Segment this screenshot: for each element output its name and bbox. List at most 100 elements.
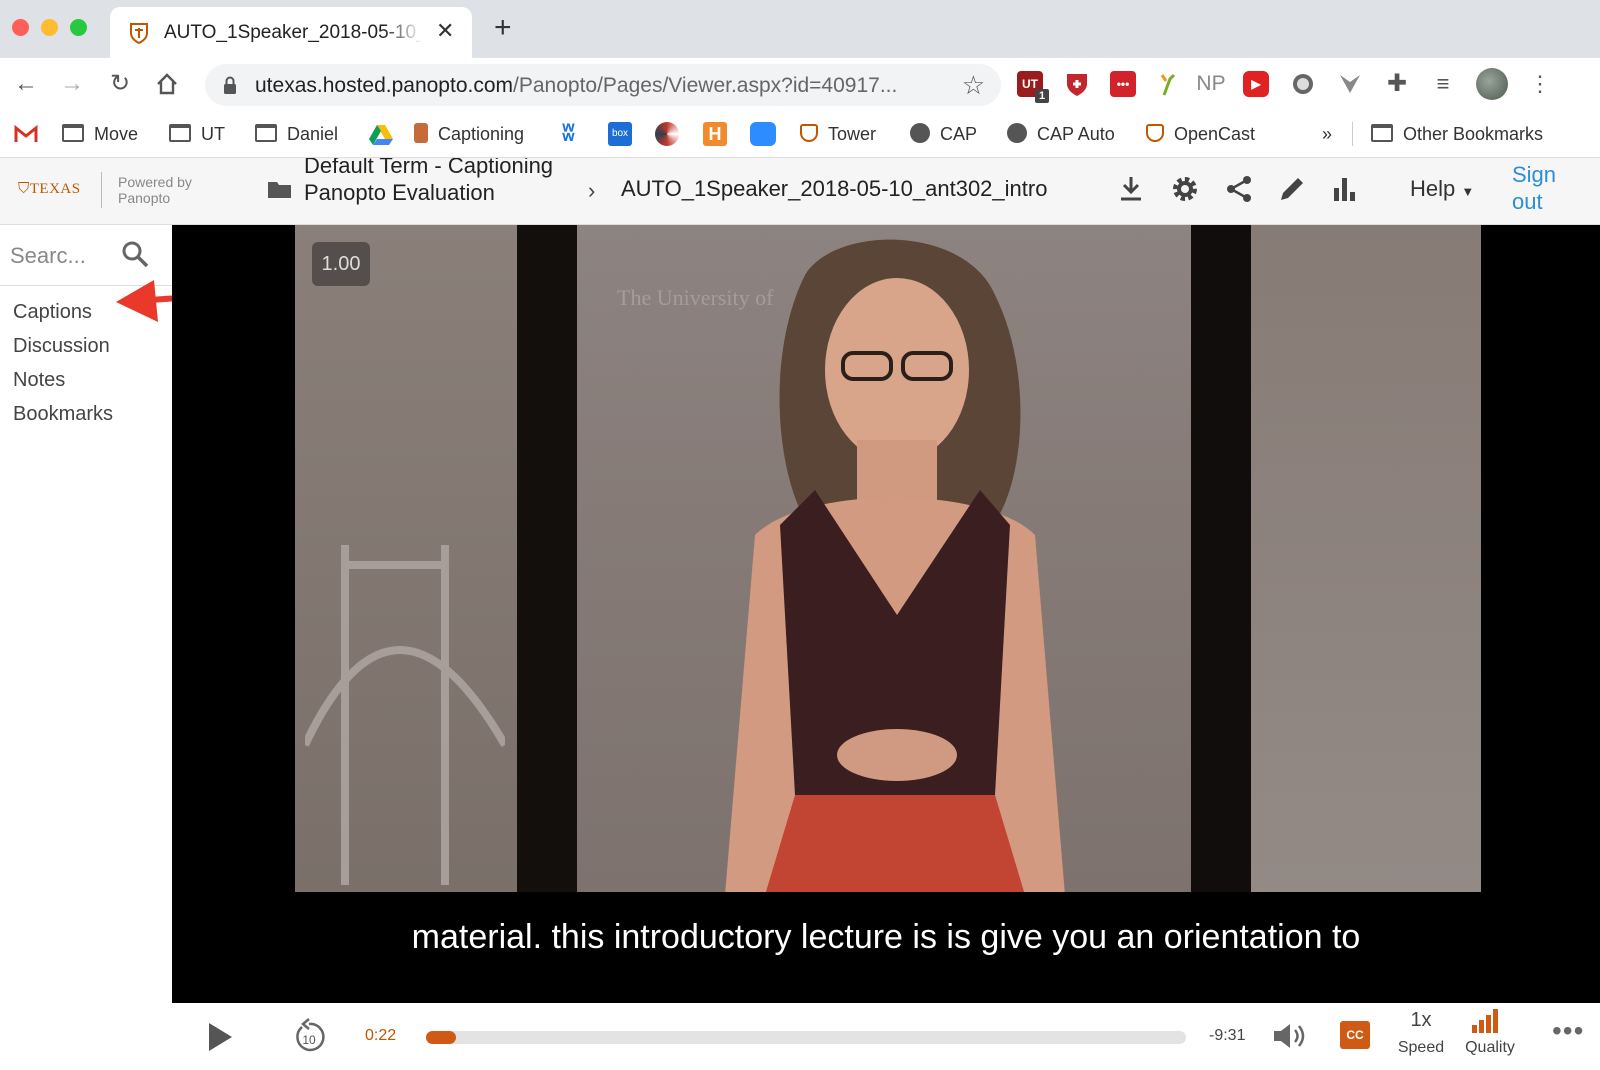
ut-shield-icon	[1146, 124, 1164, 143]
help-menu[interactable]: Help ▼	[1410, 176, 1474, 202]
volume-icon[interactable]	[1272, 1021, 1310, 1051]
bookmark-tower[interactable]: Tower	[800, 121, 876, 147]
address-bar[interactable]: utexas.hosted.panopto.com/Panopto/Pages/…	[205, 64, 1001, 106]
bookmarks-divider	[1352, 122, 1353, 146]
url-text: utexas.hosted.panopto.com/Panopto/Pages/…	[255, 74, 898, 97]
brush-extension-icon[interactable]	[1156, 71, 1182, 97]
speaker-figure	[725, 239, 1065, 892]
progress-fill	[426, 1031, 457, 1044]
rewind-10-icon[interactable]: 10	[292, 1017, 326, 1055]
ut-shield-icon	[800, 124, 818, 143]
ut-extension-icon[interactable]: UT 1	[1017, 71, 1049, 103]
chevron-down-icon: ▼	[1461, 184, 1475, 199]
bookmark-daniel[interactable]: Daniel	[255, 121, 338, 147]
playback-speed-badge: 1.00	[312, 242, 370, 286]
bookmark-cap-auto[interactable]: CAP Auto	[1007, 121, 1115, 147]
closed-captions-button[interactable]: CC	[1340, 1021, 1370, 1049]
video-player[interactable]: The University of 1.00 material. this in…	[172, 225, 1600, 1003]
progress-bar[interactable]	[426, 1031, 1186, 1044]
w-bookmark-icon[interactable]: ʬ	[562, 121, 575, 147]
folder-icon	[268, 182, 291, 198]
speed-label[interactable]: Speed	[1390, 1039, 1452, 1057]
globe-icon	[910, 123, 930, 144]
np-extension-icon[interactable]: NP	[1194, 71, 1228, 97]
new-tab-icon[interactable]: +	[494, 13, 512, 43]
bookmarks-overflow-button[interactable]: »	[1322, 121, 1332, 147]
globe-icon	[1007, 123, 1027, 144]
folder-icon	[255, 124, 277, 143]
puzzle-extensions-icon[interactable]: ✚	[1384, 71, 1410, 97]
sidebar-item-discussion[interactable]: Discussion	[13, 335, 110, 358]
forward-icon[interactable]: →	[58, 70, 86, 98]
other-bookmarks[interactable]: Other Bookmarks	[1371, 121, 1543, 147]
sidebar-item-bookmarks[interactable]: Bookmarks	[13, 403, 113, 426]
sign-out-link[interactable]: Sign out	[1512, 161, 1572, 215]
record-extension-icon[interactable]	[1290, 71, 1316, 97]
browser-toolbar: ← → ↻ utexas.hosted.panopto.com/Panopto/…	[0, 58, 1600, 110]
back-icon[interactable]: ←	[12, 70, 40, 98]
zoom-window-button[interactable]	[70, 19, 87, 36]
bookmark-captioning[interactable]: Captioning	[414, 121, 524, 147]
quality-label[interactable]: Quality	[1460, 1039, 1520, 1057]
reading-list-icon[interactable]: ≡	[1430, 71, 1456, 97]
right-panel	[1251, 225, 1481, 892]
download-icon[interactable]	[1116, 174, 1146, 204]
captioning-icon	[414, 123, 428, 144]
folder-icon	[169, 124, 191, 143]
gmail-icon[interactable]	[14, 125, 38, 143]
browser-tabstrip: AUTO_1Speaker_2018-05-10_ant302_intro ✕ …	[0, 0, 1600, 58]
profile-avatar[interactable]	[1476, 68, 1508, 100]
remaining-time: -9:31	[1209, 1027, 1246, 1044]
video-frame: The University of	[295, 225, 1481, 892]
h-bookmark-icon[interactable]: H	[703, 122, 727, 146]
close-tab-icon[interactable]: ✕	[436, 18, 454, 44]
browser-tab-active[interactable]: AUTO_1Speaker_2018-05-10_ant302_intro ✕	[110, 7, 472, 58]
bookmark-ut[interactable]: UT	[169, 121, 225, 147]
bookmark-star-icon[interactable]: ☆	[962, 70, 985, 101]
v-extension-icon[interactable]	[1337, 71, 1363, 97]
tab-title: AUTO_1Speaker_2018-05-10_ant302_intro	[164, 22, 422, 43]
stats-chart-icon[interactable]	[1330, 174, 1360, 204]
shield-extension-icon[interactable]	[1064, 71, 1090, 97]
ut-logo[interactable]: ⛉TEXAS	[18, 180, 81, 198]
sidebar: Captions Discussion Notes Bookmarks	[0, 225, 172, 1070]
bookmark-opencast[interactable]: OpenCast	[1146, 121, 1255, 147]
more-options-icon[interactable]: •••	[1552, 1015, 1584, 1047]
quality-signal-icon[interactable]	[1470, 1007, 1504, 1033]
home-icon[interactable]	[154, 71, 180, 97]
breadcrumb-folder[interactable]: Default Term - Captioning Panopto Evalua…	[304, 158, 554, 206]
search-input[interactable]	[10, 239, 115, 273]
folder-icon	[1371, 124, 1393, 143]
folder-icon	[62, 124, 84, 143]
bookmarks-bar: Move UT Daniel Captioning ʬ box H Tower …	[0, 110, 1600, 158]
box-bookmark-icon[interactable]: box	[608, 122, 632, 146]
zoom-bookmark-icon[interactable]	[750, 122, 776, 146]
ut-shield-icon	[130, 23, 148, 44]
current-time: 0:22	[365, 1027, 397, 1044]
close-window-button[interactable]	[12, 19, 29, 36]
breadcrumb-separator: ›	[588, 178, 596, 203]
search-icon[interactable]	[120, 239, 150, 269]
bridge-graphic	[305, 545, 505, 885]
bookmark-cap[interactable]: CAP	[910, 121, 977, 147]
lastpass-extension-icon[interactable]: •••	[1110, 71, 1136, 97]
settings-gear-icon[interactable]	[1170, 174, 1200, 204]
bookmark-move[interactable]: Move	[62, 121, 138, 147]
powered-by-panopto[interactable]: Powered by Panopto	[118, 174, 192, 206]
dark-gap	[517, 225, 577, 892]
reload-icon[interactable]: ↻	[106, 70, 134, 98]
rewind-seconds: 10	[302, 1033, 316, 1047]
youtube-extension-icon[interactable]: ▶	[1243, 71, 1269, 97]
edit-pencil-icon[interactable]	[1277, 174, 1307, 204]
google-drive-icon[interactable]	[368, 124, 394, 146]
browser-menu-icon[interactable]: ⋮	[1526, 70, 1554, 98]
dark-gap	[1191, 225, 1251, 892]
share-icon[interactable]	[1224, 174, 1254, 204]
colorful-bookmark-icon[interactable]	[655, 122, 679, 146]
caption-text: material. this introductory lecture is i…	[411, 918, 1361, 956]
minimize-window-button[interactable]	[41, 19, 58, 36]
sidebar-item-captions[interactable]: Captions	[13, 301, 92, 324]
speed-value[interactable]: 1x	[1399, 1009, 1443, 1032]
play-icon[interactable]	[206, 1021, 234, 1053]
sidebar-item-notes[interactable]: Notes	[13, 369, 65, 392]
